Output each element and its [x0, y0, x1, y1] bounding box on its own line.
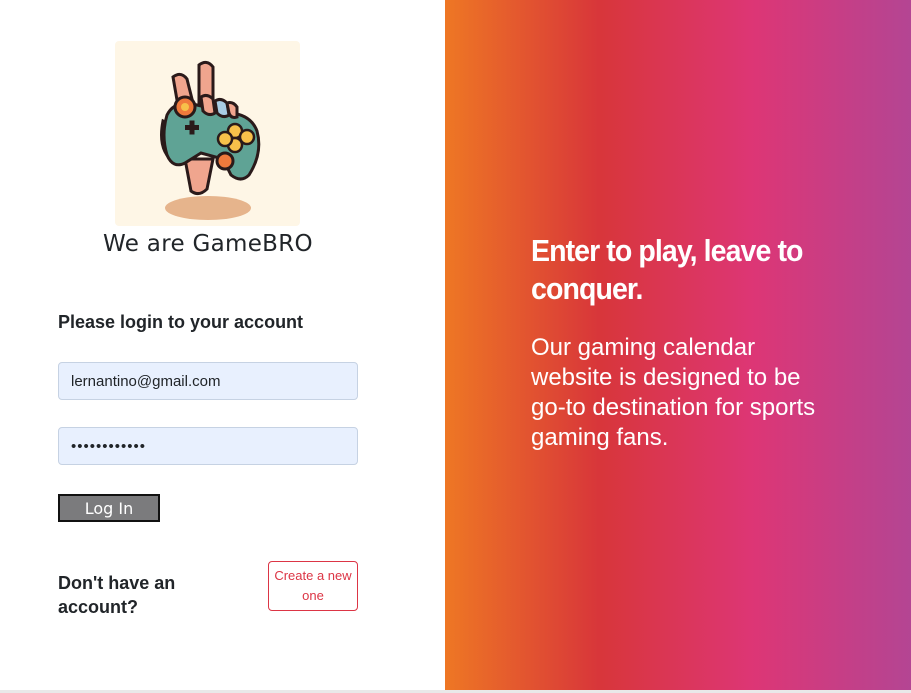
create-account-button[interactable]: Create a new one — [268, 561, 358, 611]
hand-gamepad-icon — [160, 60, 261, 220]
login-button[interactable]: Log In — [58, 494, 160, 522]
login-panel: We are GameBRO Please login to your acco… — [0, 0, 445, 690]
logo — [115, 41, 300, 226]
promo-tagline: Enter to play, leave to conquer. — [531, 233, 803, 306]
promo-description: Our gaming calendar website is designed … — [531, 334, 816, 451]
email-field[interactable] — [58, 362, 358, 400]
signup-prompt: Don't have an account? — [58, 573, 176, 617]
login-heading: Please login to your account — [58, 312, 304, 332]
brand-title: We are GameBRO — [103, 231, 313, 257]
password-field[interactable] — [58, 427, 358, 465]
promo-panel: Enter to play, leave to conquer. Our gam… — [445, 0, 911, 690]
